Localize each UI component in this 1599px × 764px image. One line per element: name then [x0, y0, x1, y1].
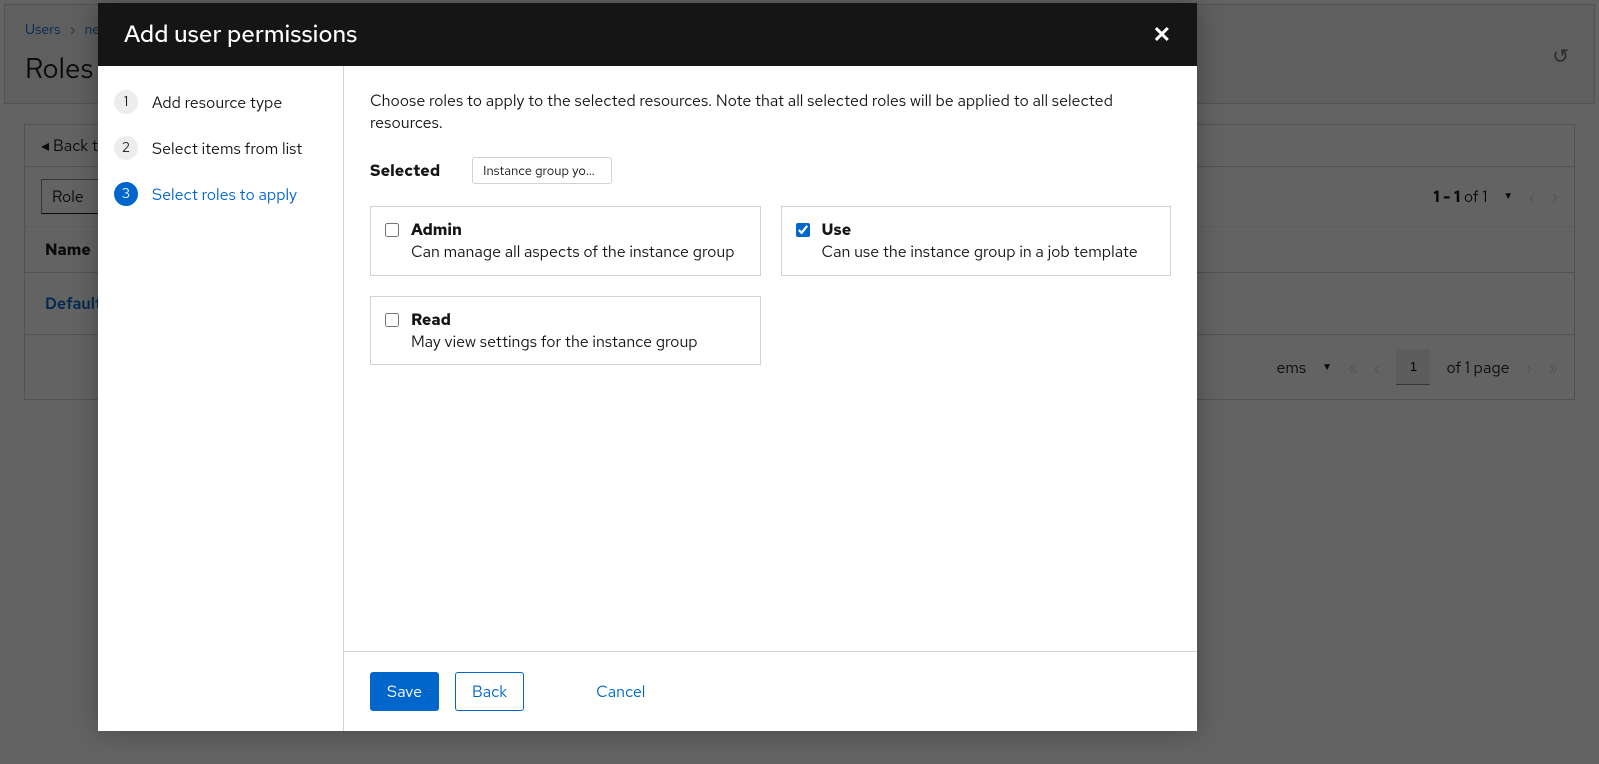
- role-checkbox-read[interactable]: [385, 313, 399, 327]
- role-card-read[interactable]: Read May view settings for the instance …: [370, 296, 761, 366]
- role-card-use[interactable]: Use Can use the instance group in a job …: [781, 206, 1172, 276]
- wizard-footer: Save Back Cancel: [344, 651, 1197, 731]
- cancel-button[interactable]: Cancel: [580, 673, 661, 710]
- role-name: Use: [822, 219, 1138, 240]
- wizard-step-label: Add resource type: [152, 92, 282, 113]
- wizard-step-number: 1: [114, 90, 138, 114]
- save-button[interactable]: Save: [370, 672, 439, 711]
- wizard-step-1[interactable]: 1 Add resource type: [114, 90, 327, 114]
- role-name: Read: [411, 309, 698, 330]
- roles-grid: Admin Can manage all aspects of the inst…: [370, 206, 1171, 366]
- modal-header: Add user permissions ✕: [98, 3, 1197, 66]
- instruction-text: Choose roles to apply to the selected re…: [370, 90, 1171, 135]
- wizard-step-label: Select roles to apply: [152, 184, 297, 205]
- wizard-step-number: 2: [114, 136, 138, 160]
- selected-row: Selected Instance group you ca...: [370, 157, 1171, 184]
- role-checkbox-admin[interactable]: [385, 223, 399, 237]
- role-name: Admin: [411, 219, 735, 240]
- role-card-admin[interactable]: Admin Can manage all aspects of the inst…: [370, 206, 761, 276]
- wizard-step-2[interactable]: 2 Select items from list: [114, 136, 327, 160]
- wizard-step-label: Select items from list: [152, 138, 302, 159]
- wizard-step-3[interactable]: 3 Select roles to apply: [114, 182, 327, 206]
- selected-label: Selected: [370, 160, 440, 181]
- modal-title: Add user permissions: [124, 19, 357, 50]
- add-permissions-modal: Add user permissions ✕ 1 Add resource ty…: [98, 3, 1197, 731]
- close-icon[interactable]: ✕: [1153, 22, 1171, 48]
- wizard-step-number: 3: [114, 182, 138, 206]
- role-checkbox-use[interactable]: [796, 223, 810, 237]
- role-desc: Can use the instance group in a job temp…: [822, 242, 1138, 263]
- wizard-content: Choose roles to apply to the selected re…: [344, 66, 1197, 651]
- back-button[interactable]: Back: [455, 672, 524, 711]
- role-desc: May view settings for the instance group: [411, 332, 698, 353]
- role-desc: Can manage all aspects of the instance g…: [411, 242, 735, 263]
- selected-chip[interactable]: Instance group you ca...: [472, 157, 612, 184]
- modal-body: 1 Add resource type 2 Select items from …: [98, 66, 1197, 731]
- wizard-nav: 1 Add resource type 2 Select items from …: [98, 66, 344, 731]
- wizard-main: Choose roles to apply to the selected re…: [344, 66, 1197, 731]
